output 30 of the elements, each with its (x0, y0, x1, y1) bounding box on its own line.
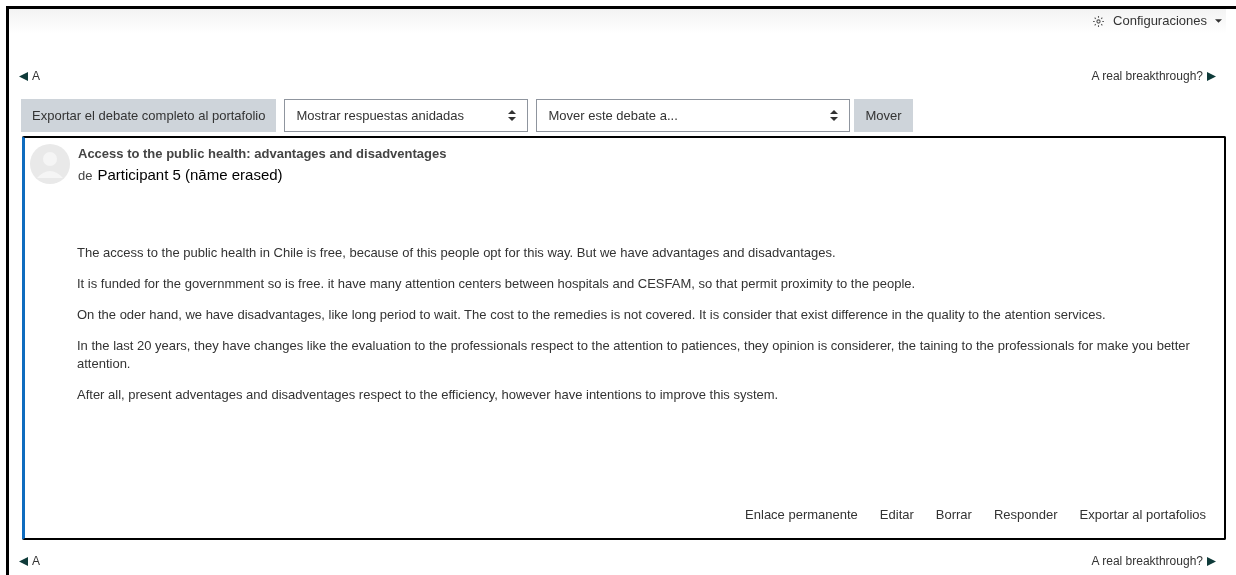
right-arrow-icon (1207, 556, 1216, 566)
post-title: Access to the public health: advantages and disadventages (78, 145, 447, 163)
post-paragraph: After all, present adventages and disadventages respect to the efficiency, however have intentions to improve this system. (77, 386, 780, 404)
by-label: de (78, 166, 93, 185)
next-discussion-link[interactable]: A real breakthrough? (1091, 552, 1216, 570)
sort-arrows-icon (508, 110, 517, 121)
post-action-link[interactable]: Editar (879, 504, 914, 524)
caret-icon (1215, 19, 1222, 23)
previous-discussion-link[interactable]: A (19, 67, 40, 85)
next-discussion-link[interactable]: A real breakthrough? (1091, 67, 1216, 85)
display-mode-select[interactable]: Mostrar respuestas anidadas (284, 99, 529, 132)
post-paragraph: In the last 20 years, they have changes like the evaluation to the professionals respect to the attention to patiences, they opinion is considerer, the taining to the professionals for make you better attention. (77, 337, 1191, 373)
post-action-link[interactable]: Borrar (935, 504, 972, 524)
post-action-link[interactable]: Exportar al portafolios (1079, 504, 1206, 524)
settings-menu[interactable]: Configuraciones (1092, 11, 1222, 31)
author-link[interactable]: Participant 5 (nāme erased) (97, 163, 283, 186)
post-action-link[interactable]: Responder (993, 504, 1058, 524)
left-arrow-icon (19, 71, 28, 81)
post-paragraph: On the oder hand, we have disadvantages, like long period to wait. The cost to the remedies is not covered. It is consider that exist difference in the quality to the atention services. (77, 306, 1107, 324)
previous-discussion-link[interactable]: A (19, 552, 40, 570)
settings-icon (1092, 14, 1106, 28)
left-arrow-icon (19, 556, 28, 566)
export-discussion-button[interactable]: Exportar el debate completo al portafolio (21, 99, 277, 132)
post-action-link[interactable]: Enlace permanente (745, 504, 858, 524)
right-arrow-icon (1207, 71, 1216, 81)
sort-arrows-icon (830, 110, 839, 121)
move-discussion-select[interactable]: Mover este debate a... (536, 99, 851, 132)
move-button[interactable]: Mover (854, 99, 913, 132)
post-paragraph: It is funded for the governmment so is free. it have many attention centers between hospitals and CESFAM, so that permit proximity to the people. (77, 275, 917, 293)
post-paragraph: The access to the public health in Chile is free, because of this people opt for this way. But we have advantages and disadvantages. (77, 244, 837, 262)
